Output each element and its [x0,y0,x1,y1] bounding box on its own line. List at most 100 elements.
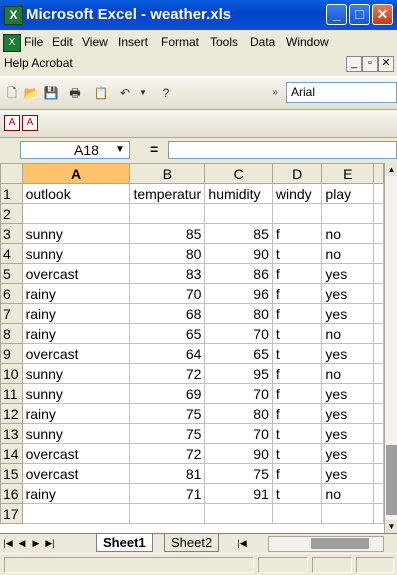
row-header[interactable]: 10 [0,363,23,384]
tab-sheet1[interactable]: Sheet1 [96,534,153,552]
help-icon[interactable]: ? [157,84,175,102]
column-header-a[interactable]: A [21,163,131,184]
cell-d9[interactable]: t [271,343,323,364]
row-header[interactable]: 15 [0,463,23,484]
cell-c17[interactable] [204,503,273,524]
cell-c14[interactable]: 90 [204,443,273,464]
cell-d1[interactable]: windy [271,183,323,204]
paste-icon[interactable]: 📋 [92,84,110,102]
scroll-up-icon[interactable]: ▲ [385,163,397,176]
cell-b12[interactable]: 75 [129,403,206,424]
cell-e16[interactable]: no [321,483,375,504]
column-header-c[interactable]: C [204,163,273,184]
menu-insert[interactable]: Insert [118,35,148,49]
cell-e3[interactable]: no [321,223,375,244]
cell-b10[interactable]: 72 [129,363,206,384]
cell-d14[interactable]: t [271,443,323,464]
cell-a16[interactable]: rainy [21,483,131,504]
font-name-box[interactable]: Arial [286,82,397,103]
cell-f1[interactable] [373,183,384,204]
cell-b7[interactable]: 68 [129,303,206,324]
cell-a11[interactable]: sunny [21,383,131,404]
cell-f3[interactable] [373,223,384,244]
cell-d8[interactable]: t [271,323,323,344]
cell-d3[interactable]: f [271,223,323,244]
next-sheet-icon[interactable]: ▶ [30,536,42,550]
cell-c2[interactable] [204,203,273,224]
cell-a14[interactable]: overcast [21,443,131,464]
cell-d13[interactable]: t [271,423,323,444]
cell-c4[interactable]: 90 [204,243,273,264]
cell-f7[interactable] [373,303,384,324]
cell-b3[interactable]: 85 [129,223,206,244]
cell-f13[interactable] [373,423,384,444]
row-header[interactable]: 7 [0,303,23,324]
cell-a9[interactable]: overcast [21,343,131,364]
cell-b14[interactable]: 72 [129,443,206,464]
cell-d10[interactable]: f [271,363,323,384]
cell-a17[interactable] [21,503,131,524]
convert-to-pdf-icon[interactable]: A [4,115,20,131]
cell-d11[interactable]: f [271,383,323,404]
cell-d2[interactable] [271,203,323,224]
vertical-scrollbar[interactable]: ▲ ▼ [384,163,397,533]
cell-f16[interactable] [373,483,384,504]
row-header[interactable]: 12 [0,403,23,424]
undo-dropdown-icon[interactable]: ▼ [134,84,152,102]
cell-b17[interactable] [129,503,206,524]
select-all-corner[interactable] [0,163,23,184]
cell-e2[interactable] [321,203,375,224]
cell-e10[interactable]: no [321,363,375,384]
cell-e1[interactable]: play [321,183,375,204]
cell-f8[interactable] [373,323,384,344]
horizontal-scroll-thumb[interactable] [311,538,369,549]
menu-format[interactable]: Format [161,35,199,49]
cell-b5[interactable]: 83 [129,263,206,284]
cell-c8[interactable]: 70 [204,323,273,344]
first-sheet-icon[interactable]: |◀ [2,536,14,550]
row-header[interactable]: 14 [0,443,23,464]
minimize-button[interactable]: _ [326,4,347,25]
row-header[interactable]: 13 [0,423,23,444]
cell-b1[interactable]: temperatur [129,183,206,204]
undo-icon[interactable]: ↶ [116,84,134,102]
cell-d12[interactable]: f [271,403,323,424]
column-header-e[interactable]: E [321,163,375,184]
new-icon[interactable]: 🗋 [3,84,21,102]
cell-e5[interactable]: yes [321,263,375,284]
cell-e8[interactable]: no [321,323,375,344]
row-header[interactable]: 16 [0,483,23,504]
row-header[interactable]: 17 [0,503,23,524]
name-box-dropdown-icon[interactable]: ▼ [112,142,128,158]
cell-a4[interactable]: sunny [21,243,131,264]
cell-f11[interactable] [373,383,384,404]
cell-e14[interactable]: yes [321,443,375,464]
cell-f2[interactable] [373,203,384,224]
column-header-f[interactable] [373,163,384,184]
column-header-b[interactable]: B [129,163,206,184]
cell-a6[interactable]: rainy [21,283,131,304]
cell-a2[interactable] [21,203,131,224]
menu-data[interactable]: Data [250,35,275,49]
cell-f5[interactable] [373,263,384,284]
cell-f12[interactable] [373,403,384,424]
last-sheet-icon[interactable]: ▶| [44,536,56,550]
cell-c9[interactable]: 65 [204,343,273,364]
cell-b15[interactable]: 81 [129,463,206,484]
open-icon[interactable]: 📂 [22,84,40,102]
cell-d4[interactable]: t [271,243,323,264]
cell-d5[interactable]: f [271,263,323,284]
menu-view[interactable]: View [82,35,108,49]
vertical-scroll-thumb[interactable] [386,445,397,515]
cell-a8[interactable]: rainy [21,323,131,344]
row-header[interactable]: 11 [0,383,23,404]
cell-b8[interactable]: 65 [129,323,206,344]
cell-b11[interactable]: 69 [129,383,206,404]
menu-file[interactable]: File [24,35,43,49]
cell-d15[interactable]: f [271,463,323,484]
cell-f4[interactable] [373,243,384,264]
menu-edit[interactable]: Edit [52,35,73,49]
row-header[interactable]: 9 [0,343,23,364]
print-icon[interactable]: 🖶 [66,84,84,102]
cell-a10[interactable]: sunny [21,363,131,384]
